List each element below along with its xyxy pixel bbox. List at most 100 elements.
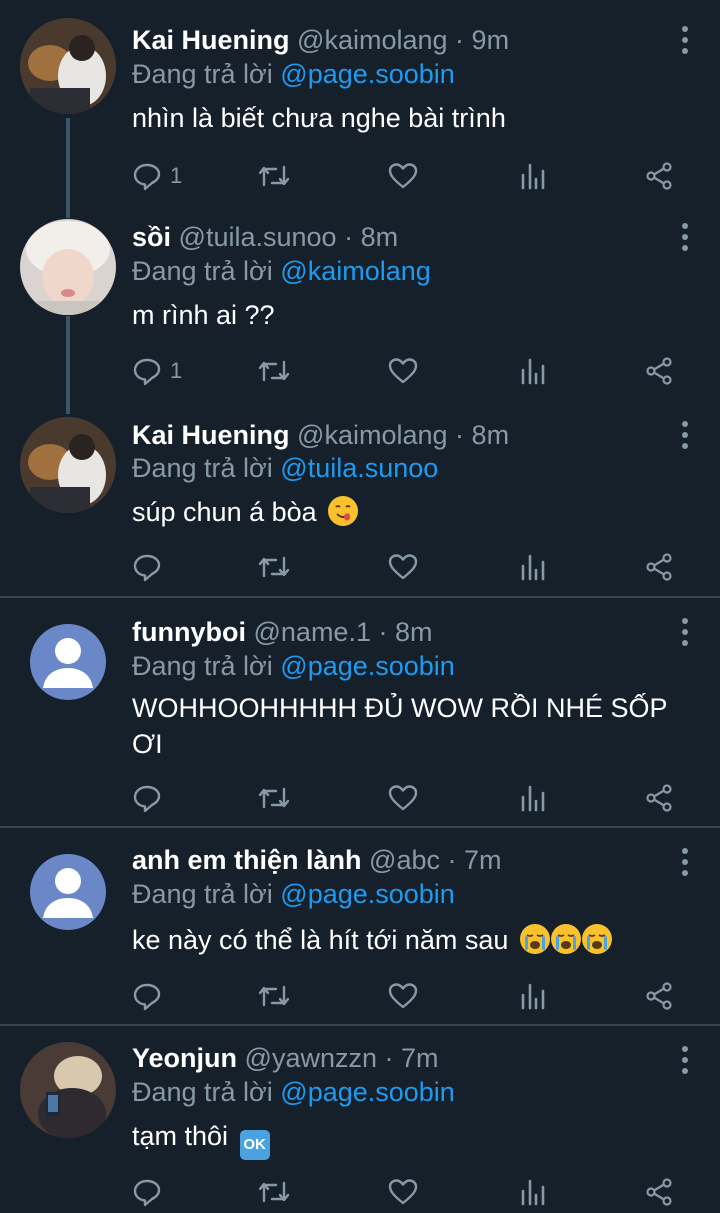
retweet-button[interactable] [256, 778, 292, 818]
analytics-button[interactable] [520, 976, 546, 1016]
retweet-button[interactable] [256, 547, 292, 587]
tweet-actions: 1 [132, 156, 680, 196]
retweet-button[interactable] [256, 351, 292, 391]
avatar[interactable] [30, 624, 106, 700]
reply-icon [133, 983, 161, 1011]
reply-button[interactable] [132, 778, 162, 818]
tweet[interactable]: anh em thiện lành @abc · 7m Đang trả lời… [0, 828, 720, 1024]
tweet-text: m rình ai ?? [132, 300, 275, 330]
reply-count: 1 [170, 163, 183, 188]
tweet[interactable]: Kai Huening @kaimolang · 9m Đang trả lời… [0, 0, 720, 200]
reply-button[interactable] [132, 1172, 162, 1212]
heart-icon [388, 163, 418, 189]
retweet-icon [258, 360, 290, 382]
retweet-button[interactable] [256, 1172, 292, 1212]
replying-to-label: Đang trả lời [132, 651, 273, 681]
analytics-button[interactable] [520, 351, 546, 391]
like-button[interactable] [388, 778, 418, 818]
mention-link[interactable]: @page.soobin [280, 651, 455, 681]
more-vertical-icon[interactable] [680, 421, 690, 451]
tweet-text: ke này có thể là hít tới năm sau [132, 922, 680, 958]
more-vertical-icon[interactable] [680, 1046, 690, 1076]
display-name[interactable]: Kai Huening [132, 420, 290, 450]
avatar[interactable] [20, 1042, 116, 1138]
display-name[interactable]: sồi [132, 222, 171, 252]
share-button[interactable] [644, 976, 674, 1016]
reply-button[interactable]: 1 [132, 156, 182, 196]
replying-to-label: Đang trả lời [132, 59, 273, 89]
timestamp[interactable]: 8m [361, 222, 399, 252]
share-icon [646, 982, 672, 1010]
analytics-button[interactable] [520, 156, 546, 196]
mention-link[interactable]: @kaimolang [280, 256, 430, 286]
tweet-actions [132, 976, 680, 1016]
tweet[interactable]: Kai Huening @kaimolang · 8m Đang trả lời… [0, 393, 720, 597]
tweet-text: nhìn là biết chưa nghe bài trình [132, 103, 506, 133]
avatar[interactable] [20, 219, 116, 315]
reply-button[interactable] [132, 976, 162, 1016]
mention-link[interactable]: @tuila.sunoo [280, 453, 438, 483]
username[interactable]: @kaimolang [297, 420, 447, 450]
timestamp[interactable]: 7m [464, 845, 502, 875]
share-button[interactable] [644, 1172, 674, 1212]
replying-to-label: Đang trả lời [132, 879, 273, 909]
tweet-header: sồi @tuila.sunoo · 8m [132, 219, 660, 255]
more-vertical-icon[interactable] [680, 223, 690, 253]
share-icon [646, 357, 672, 385]
avatar[interactable] [20, 417, 116, 513]
username[interactable]: @abc [369, 845, 440, 875]
tweet-header: Kai Huening @kaimolang · 8m [132, 417, 660, 453]
retweet-button[interactable] [256, 976, 292, 1016]
avatar[interactable] [30, 854, 106, 930]
analytics-icon [521, 983, 545, 1010]
display-name[interactable]: anh em thiện lành [132, 845, 362, 875]
share-button[interactable] [644, 156, 674, 196]
username[interactable]: @name.1 [254, 617, 371, 647]
tweet[interactable]: funnyboi @name.1 · 8m Đang trả lời @page… [0, 598, 720, 826]
share-button[interactable] [644, 547, 674, 587]
mention-link[interactable]: @page.soobin [280, 879, 455, 909]
avatar[interactable] [20, 18, 116, 114]
reply-button[interactable] [132, 547, 162, 587]
username[interactable]: @yawnzzn [245, 1043, 377, 1073]
mention-link[interactable]: @page.soobin [280, 1077, 455, 1107]
username[interactable]: @tuila.sunoo [179, 222, 337, 252]
like-button[interactable] [388, 976, 418, 1016]
timestamp[interactable]: 9m [472, 25, 510, 55]
like-button[interactable] [388, 156, 418, 196]
username[interactable]: @kaimolang [297, 25, 447, 55]
more-vertical-icon[interactable] [680, 848, 690, 878]
share-button[interactable] [644, 778, 674, 818]
mention-link[interactable]: @page.soobin [280, 59, 455, 89]
analytics-button[interactable] [520, 547, 546, 587]
timestamp[interactable]: 8m [472, 420, 510, 450]
display-name[interactable]: Yeonjun [132, 1043, 237, 1073]
analytics-button[interactable] [520, 778, 546, 818]
tweet-actions [132, 547, 680, 587]
reply-button[interactable]: 1 [132, 351, 182, 391]
like-button[interactable] [388, 351, 418, 391]
more-vertical-icon[interactable] [680, 618, 690, 648]
tweet-header: Yeonjun @yawnzzn · 7m [132, 1040, 660, 1076]
display-name[interactable]: funnyboi [132, 617, 246, 647]
more-vertical-icon[interactable] [680, 26, 690, 56]
analytics-icon [521, 1179, 545, 1206]
like-button[interactable] [388, 547, 418, 587]
tweet-text-content: ke này có thể là hít tới năm sau [132, 925, 509, 955]
display-name[interactable]: Kai Huening [132, 25, 290, 55]
retweet-button[interactable] [256, 156, 292, 196]
share-icon [646, 162, 672, 190]
timestamp[interactable]: 7m [401, 1043, 439, 1073]
yum-emoji-icon [328, 496, 359, 526]
like-button[interactable] [388, 1172, 418, 1212]
default-avatar-icon [43, 868, 93, 918]
timestamp[interactable]: 8m [395, 617, 433, 647]
separator-dot: · [384, 1043, 394, 1073]
tweet-actions [132, 778, 680, 818]
tweet[interactable]: sồi @tuila.sunoo · 8m Đang trả lời @kaim… [0, 197, 720, 397]
share-button[interactable] [644, 351, 674, 391]
separator-dot: · [455, 25, 465, 55]
analytics-button[interactable] [520, 1172, 546, 1212]
reply-count: 1 [170, 358, 183, 383]
tweet[interactable]: Yeonjun @yawnzzn · 7m Đang trả lời @page… [0, 1026, 720, 1213]
